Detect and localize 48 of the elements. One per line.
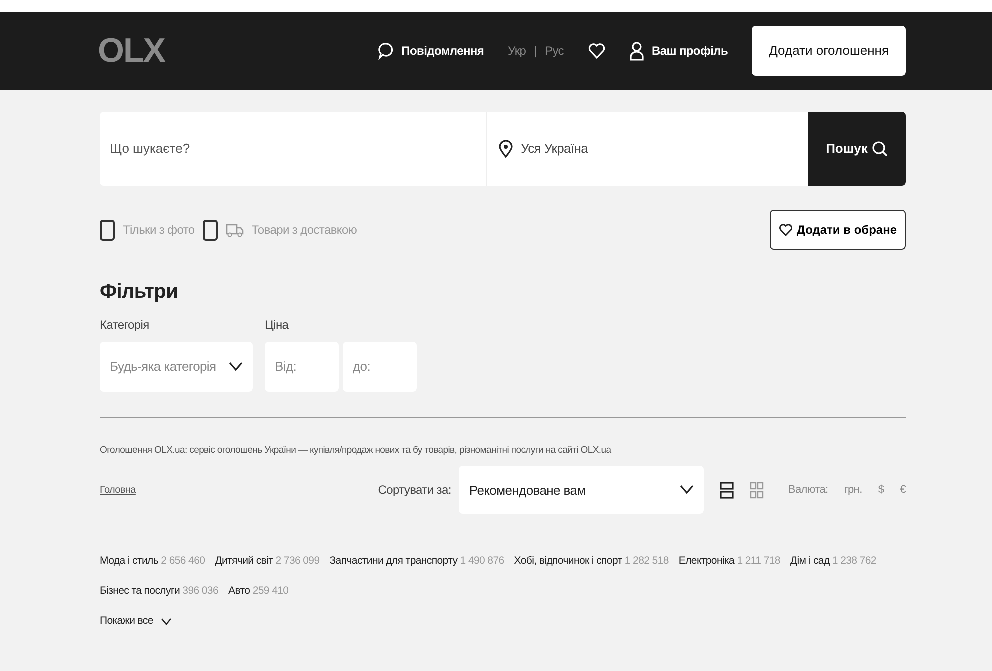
location-field[interactable]: Уся Україна (486, 112, 808, 186)
chevron-down-icon (229, 362, 243, 372)
currency-label: Валюта: (788, 483, 828, 498)
heart-icon (588, 42, 606, 60)
seo-description: Оголошення OLX.ua: сервіс оголошень України — купівля/продаж нових та бу товарів, різноманітні послуги на сайті OLX.ua (100, 444, 612, 458)
search-icon (872, 141, 888, 157)
price-field[interactable]: Від: (265, 342, 339, 392)
search-field[interactable]: Що шукаєте? (100, 112, 486, 186)
user-icon (630, 41, 644, 61)
messages-link[interactable]: Повідомлення (378, 42, 484, 60)
select-value: Рекомендоване вам (469, 482, 586, 500)
sort-select[interactable]: Рекомендоване вам (459, 466, 704, 514)
post-ad-button[interactable]: Додати оголошення (752, 26, 906, 76)
add-to-favorites-button[interactable]: Додати в обране (770, 210, 906, 250)
language-divider: | (534, 43, 537, 60)
category-link[interactable]: Хобі, відпочинок і спорт 1 282 518 (514, 554, 669, 570)
search-button[interactable]: Пошук (808, 112, 906, 186)
checkbox[interactable] (202, 220, 218, 240)
chevron-down-icon (680, 485, 694, 496)
truck-icon (226, 222, 244, 238)
filters-heading: Фільтри (100, 280, 180, 304)
language-link[interactable]: Укр (508, 42, 526, 60)
location-text: Уся Україна (521, 140, 588, 158)
category-link[interactable]: Авто 259 410 (228, 584, 289, 600)
checkbox[interactable] (100, 220, 115, 240)
price-field[interactable]: до: (343, 342, 417, 392)
heart-icon (778, 223, 793, 237)
chevron-down-icon (161, 618, 172, 626)
show-all-link[interactable]: Покажи все (100, 614, 172, 630)
logo[interactable]: OLX (98, 26, 165, 76)
breadcrumb-link[interactable]: Головна (100, 482, 136, 498)
category-link[interactable]: Дитячий світ 2 736 099 (215, 554, 320, 570)
category-link[interactable]: Дім і сад 1 238 762 (790, 554, 876, 570)
grid-view-icon[interactable] (750, 482, 764, 499)
select-value: Будь-яка категорія (110, 358, 216, 376)
filter-label: Ціна (265, 317, 290, 334)
profile-link[interactable]: Ваш профіль (630, 41, 728, 61)
chat-icon (378, 42, 394, 60)
category-link[interactable]: Електроніка 1 211 718 (678, 554, 780, 570)
filter-label: Категорія (100, 317, 150, 334)
category-link[interactable]: Бізнес та послуги 396 036 (100, 584, 219, 600)
list-view-icon[interactable] (720, 482, 734, 499)
location-pin-icon (499, 140, 513, 158)
sort-label: Сортувати за: (378, 482, 452, 500)
category-link[interactable]: Запчастини для транспорту 1 490 876 (330, 554, 504, 570)
category-link[interactable]: Мода і стиль 2 656 460 (100, 554, 206, 570)
language-link[interactable]: Рус (544, 42, 564, 60)
category-select[interactable]: Будь-яка категорія (100, 342, 253, 392)
